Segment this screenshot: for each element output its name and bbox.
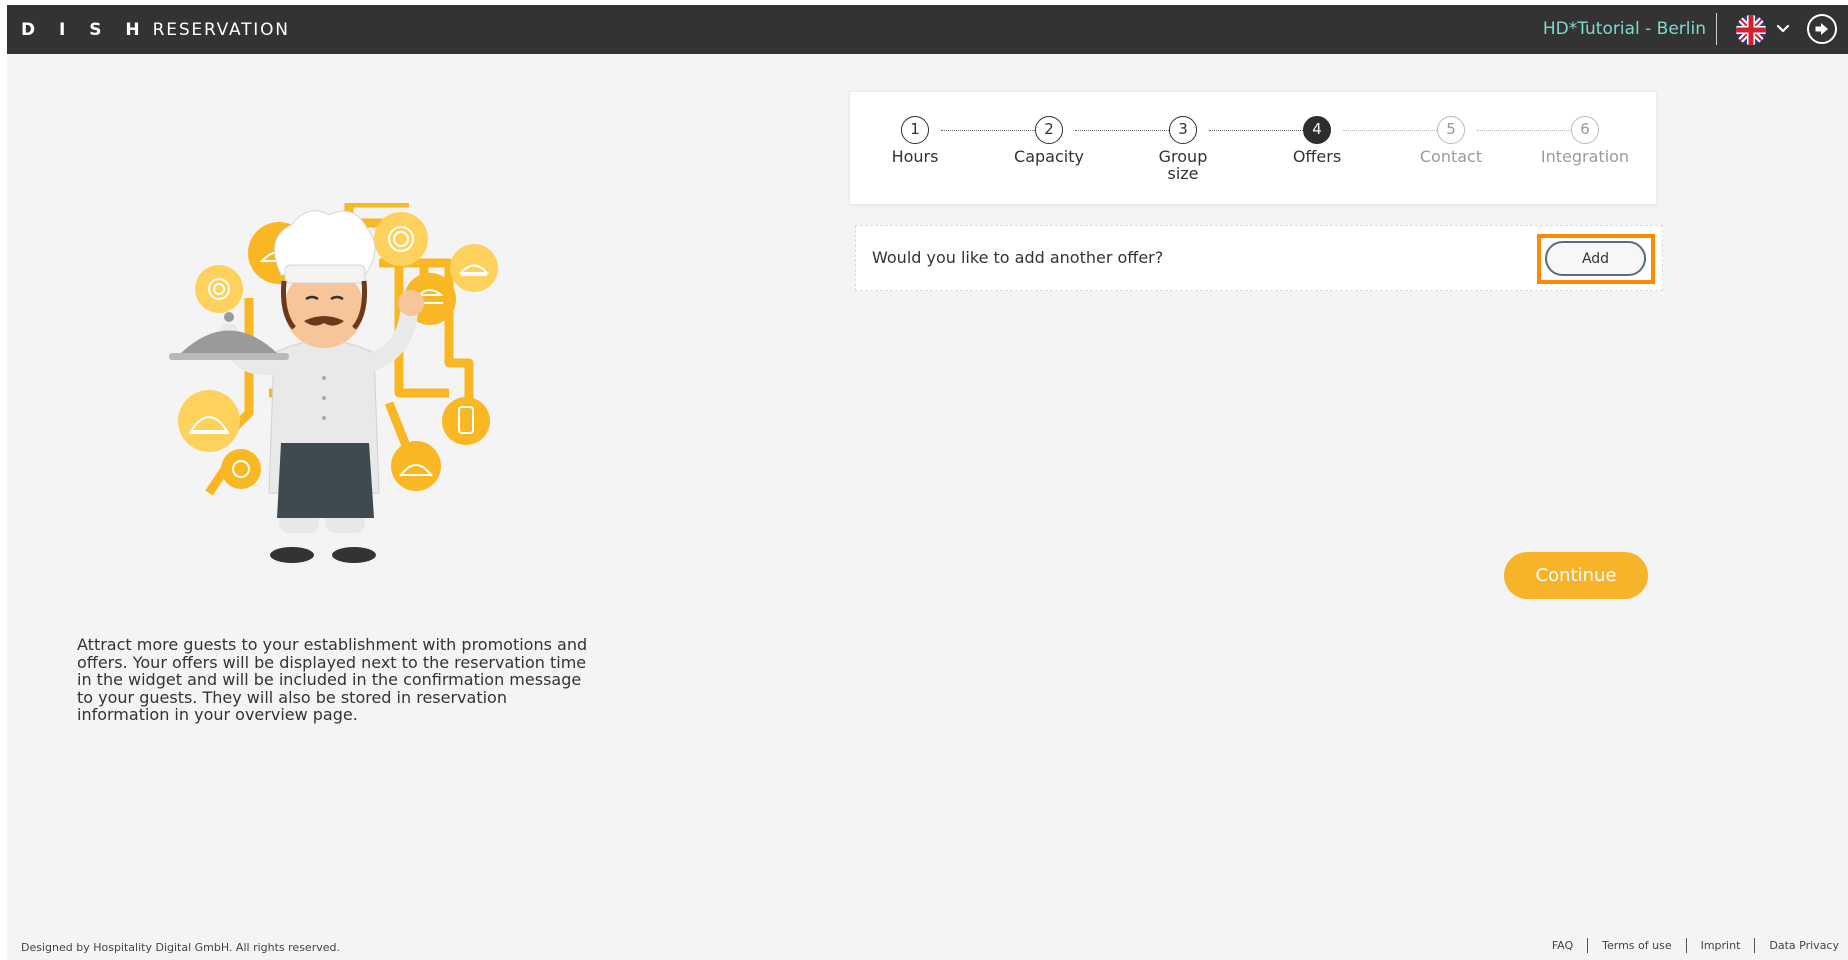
add-offer-button[interactable]: Add: [1545, 241, 1646, 276]
step-label: Hours: [891, 147, 939, 166]
step-integration[interactable]: 6 Integration: [1520, 116, 1650, 165]
chef-illustration: [169, 203, 498, 563]
add-offer-question: Would you like to add another offer?: [872, 248, 1164, 267]
footer-links: FAQ Terms of use Imprint Data Privacy: [1552, 938, 1839, 953]
step-number: 6: [1571, 116, 1599, 144]
step-number: 1: [901, 116, 929, 144]
offers-description: Attract more guests to your establishmen…: [77, 635, 588, 724]
brand-reservation: RESERVATION: [152, 20, 290, 40]
footer-link-faq[interactable]: FAQ: [1552, 939, 1573, 952]
step-offers[interactable]: 4 Offers: [1252, 116, 1382, 165]
footer-separator: [1754, 938, 1756, 953]
app-frame: D I S HRESERVATION HD*Tutorial - Berlin: [7, 5, 1848, 960]
uk-flag-icon[interactable]: [1736, 15, 1766, 45]
wizard-steps: 1 Hours 2 Capacity 3 Group size 4 Offers…: [849, 91, 1657, 205]
chevron-down-icon[interactable]: [1775, 21, 1791, 37]
step-number: 4: [1303, 116, 1331, 144]
step-capacity[interactable]: 2 Capacity: [984, 116, 1114, 165]
step-hours[interactable]: 1 Hours: [850, 116, 980, 165]
footer-link-terms[interactable]: Terms of use: [1602, 939, 1671, 952]
step-contact[interactable]: 5 Contact: [1386, 116, 1516, 165]
footer-link-privacy[interactable]: Data Privacy: [1769, 939, 1839, 952]
step-label: Offers: [1292, 147, 1342, 166]
step-label: Contact: [1419, 147, 1483, 166]
continue-button[interactable]: Continue: [1504, 552, 1648, 599]
step-label: Integration: [1540, 147, 1630, 166]
logout-icon[interactable]: [1807, 14, 1837, 44]
footer-separator: [1685, 938, 1687, 953]
step-group-size[interactable]: 3 Group size: [1118, 116, 1248, 182]
top-bar: D I S H RESERVATION HD*Tutorial - Berlin: [7, 5, 1848, 54]
step-label: Group size: [1158, 147, 1208, 183]
brand-logo[interactable]: D I S H RESERVATION: [21, 20, 290, 40]
brand-dish: D I S H: [21, 20, 149, 40]
footer-copyright: Designed by Hospitality Digital GmbH. Al…: [21, 941, 340, 954]
step-label: Capacity: [1014, 147, 1084, 166]
step-number: 2: [1035, 116, 1063, 144]
step-number: 3: [1169, 116, 1197, 144]
footer-separator: [1587, 938, 1589, 953]
tenant-name[interactable]: HD*Tutorial - Berlin: [1543, 19, 1706, 39]
header-divider: [1716, 13, 1717, 45]
footer-link-imprint[interactable]: Imprint: [1701, 939, 1741, 952]
step-number: 5: [1437, 116, 1465, 144]
